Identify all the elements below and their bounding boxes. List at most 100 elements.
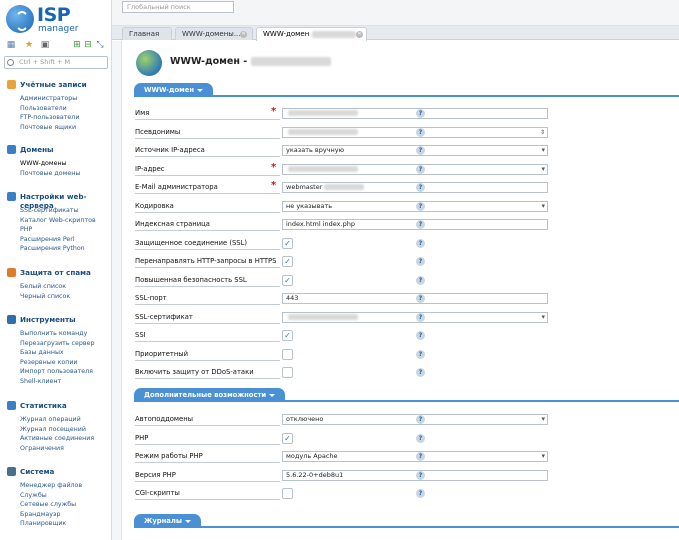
- checkbox[interactable]: ✓: [282, 256, 293, 267]
- sidebar-item[interactable]: Планировщик: [20, 520, 66, 527]
- isp-manager-logo[interactable]: ISP manager: [6, 4, 106, 35]
- help-icon[interactable]: ?: [416, 349, 425, 359]
- section-tab-www-domain[interactable]: WWW-домен: [134, 83, 214, 97]
- checkbox[interactable]: [282, 488, 293, 499]
- help-icon[interactable]: ?: [416, 433, 425, 443]
- sidebar-item[interactable]: Shell-клиент: [20, 378, 61, 385]
- help-icon[interactable]: ?: [416, 109, 425, 118]
- sidebar-item[interactable]: Журнал посещений: [20, 426, 86, 433]
- help-icon[interactable]: ?: [416, 164, 425, 174]
- expand-all-icon[interactable]: ⊞: [72, 40, 82, 50]
- sidebar-item[interactable]: FTP-пользователи: [20, 114, 79, 121]
- users-icon: [7, 80, 16, 89]
- sidebar-item[interactable]: Почтовые домены: [20, 170, 80, 177]
- checkbox[interactable]: ✓: [282, 237, 293, 249]
- sidebar-group-title[interactable]: Инструменты: [20, 315, 76, 324]
- sidebar-item[interactable]: Выполнить команду: [20, 330, 87, 337]
- select-field[interactable]: [282, 163, 548, 175]
- checkbox[interactable]: [282, 367, 293, 378]
- sidebar-item[interactable]: Менеджер файлов: [20, 482, 82, 489]
- text-field[interactable]: 443: [282, 293, 548, 304]
- sidebar-item[interactable]: Брандмауэр: [20, 511, 60, 518]
- sidebar-group-title[interactable]: Учётные записи: [20, 80, 87, 89]
- tools-icon: [7, 315, 16, 324]
- help-icon[interactable]: ?: [416, 470, 425, 480]
- sidebar-item[interactable]: Активные соединения: [20, 435, 94, 442]
- sidebar-search-input[interactable]: Ctrl + Shift + M: [4, 56, 108, 69]
- sidebar-item[interactable]: Расширения Python: [20, 245, 85, 252]
- help-icon[interactable]: ?: [416, 275, 425, 285]
- sidebar-group-title[interactable]: Система: [20, 467, 54, 476]
- help-icon[interactable]: ?: [416, 127, 425, 137]
- sidebar-item[interactable]: Импорт пользователя: [20, 368, 93, 375]
- sidebar-item[interactable]: Ограничения: [20, 445, 64, 452]
- collapse-strip[interactable]: [112, 41, 122, 540]
- text-field[interactable]: webmaster: [282, 182, 548, 193]
- sidebar-item[interactable]: Резервные копии: [20, 359, 78, 366]
- select-field[interactable]: указать вручную: [282, 145, 548, 156]
- field-value: не указывать: [286, 201, 333, 210]
- help-icon[interactable]: ?: [416, 489, 425, 498]
- close-icon[interactable]: ✕: [356, 31, 363, 38]
- help-icon[interactable]: ?: [416, 312, 425, 322]
- webserver-icon: [7, 192, 16, 201]
- text-field[interactable]: 5.6.22-0+deb8u1: [282, 469, 548, 481]
- sidebar-item[interactable]: Пользователи: [20, 105, 67, 112]
- tab-www-domain[interactable]: WWW-домен ✕: [256, 27, 367, 41]
- sidebar-group-title[interactable]: Домены: [20, 145, 54, 154]
- section-tab-extra[interactable]: Дополнительные возможности: [134, 388, 286, 402]
- help-icon[interactable]: ?: [416, 220, 425, 229]
- help-icon[interactable]: ?: [416, 452, 425, 461]
- sidebar-item[interactable]: Перезагрузить сервер: [20, 340, 94, 347]
- help-icon[interactable]: ?: [416, 183, 425, 192]
- help-icon[interactable]: ?: [416, 257, 425, 266]
- sidebar-group-title[interactable]: Защита от спама: [20, 268, 91, 277]
- camera-icon[interactable]: ▣: [40, 40, 50, 50]
- required-marker: *: [271, 106, 277, 117]
- sidebar-item[interactable]: Черный список: [20, 293, 70, 300]
- help-icon[interactable]: ?: [416, 368, 425, 377]
- help-icon[interactable]: ?: [416, 331, 425, 340]
- sidebar-item[interactable]: Почтовые ящики: [20, 124, 76, 131]
- sidebar-item[interactable]: Расширения Perl: [20, 236, 75, 243]
- help-icon[interactable]: ?: [416, 201, 425, 211]
- help-icon[interactable]: ?: [416, 146, 425, 155]
- select-field[interactable]: не указывать: [282, 200, 548, 212]
- global-search-input[interactable]: Глобальный поиск: [122, 1, 234, 13]
- grid-icon[interactable]: ▦: [6, 40, 16, 50]
- sidebar-group-title[interactable]: Статистика: [20, 401, 67, 410]
- select-field[interactable]: модуль Apache: [282, 451, 548, 462]
- sidebar-item[interactable]: Базы данных: [20, 349, 64, 356]
- text-field[interactable]: index.html index.php: [282, 219, 548, 230]
- select-field[interactable]: отключено: [282, 414, 548, 425]
- redacted-text: [324, 184, 365, 190]
- help-icon[interactable]: ?: [416, 238, 425, 248]
- sidebar-item[interactable]: PHP: [20, 226, 32, 233]
- checkbox[interactable]: ✓: [282, 274, 293, 286]
- text-field[interactable]: [282, 108, 548, 119]
- field-label: Режим работы PHP: [135, 452, 203, 460]
- collapse-all-icon[interactable]: ⊟: [83, 40, 93, 50]
- aliases-field[interactable]: [282, 126, 548, 138]
- sidebar-item[interactable]: SSL-сертификаты: [20, 207, 79, 214]
- checkbox[interactable]: ✓: [282, 330, 293, 341]
- help-icon[interactable]: ?: [416, 415, 425, 424]
- sidebar-item[interactable]: WWW-домены: [20, 160, 67, 167]
- section-tab-logs[interactable]: Журналы: [134, 514, 202, 528]
- star-icon[interactable]: ★: [24, 40, 34, 50]
- sidebar-item[interactable]: Службы: [20, 492, 47, 499]
- sidebar-item[interactable]: Администраторы: [20, 95, 77, 102]
- close-icon[interactable]: ✕: [240, 31, 247, 38]
- sidebar-item[interactable]: Сетевые службы: [20, 501, 76, 508]
- sidebar-item[interactable]: Белый список: [20, 283, 66, 290]
- tab-www-domains[interactable]: WWW-домены... ✕: [175, 27, 253, 40]
- help-icon[interactable]: ?: [416, 294, 425, 303]
- select-field[interactable]: [282, 311, 548, 323]
- sidebar-item[interactable]: Каталог Web-скриптов: [20, 217, 96, 224]
- tab-home[interactable]: Главная: [122, 27, 172, 40]
- checkbox[interactable]: ✓: [282, 432, 293, 444]
- section-title: WWW-домен: [144, 86, 195, 94]
- pin-icon[interactable]: ⤡: [95, 40, 105, 50]
- checkbox[interactable]: [282, 348, 293, 360]
- sidebar-item[interactable]: Журнал операций: [20, 416, 81, 423]
